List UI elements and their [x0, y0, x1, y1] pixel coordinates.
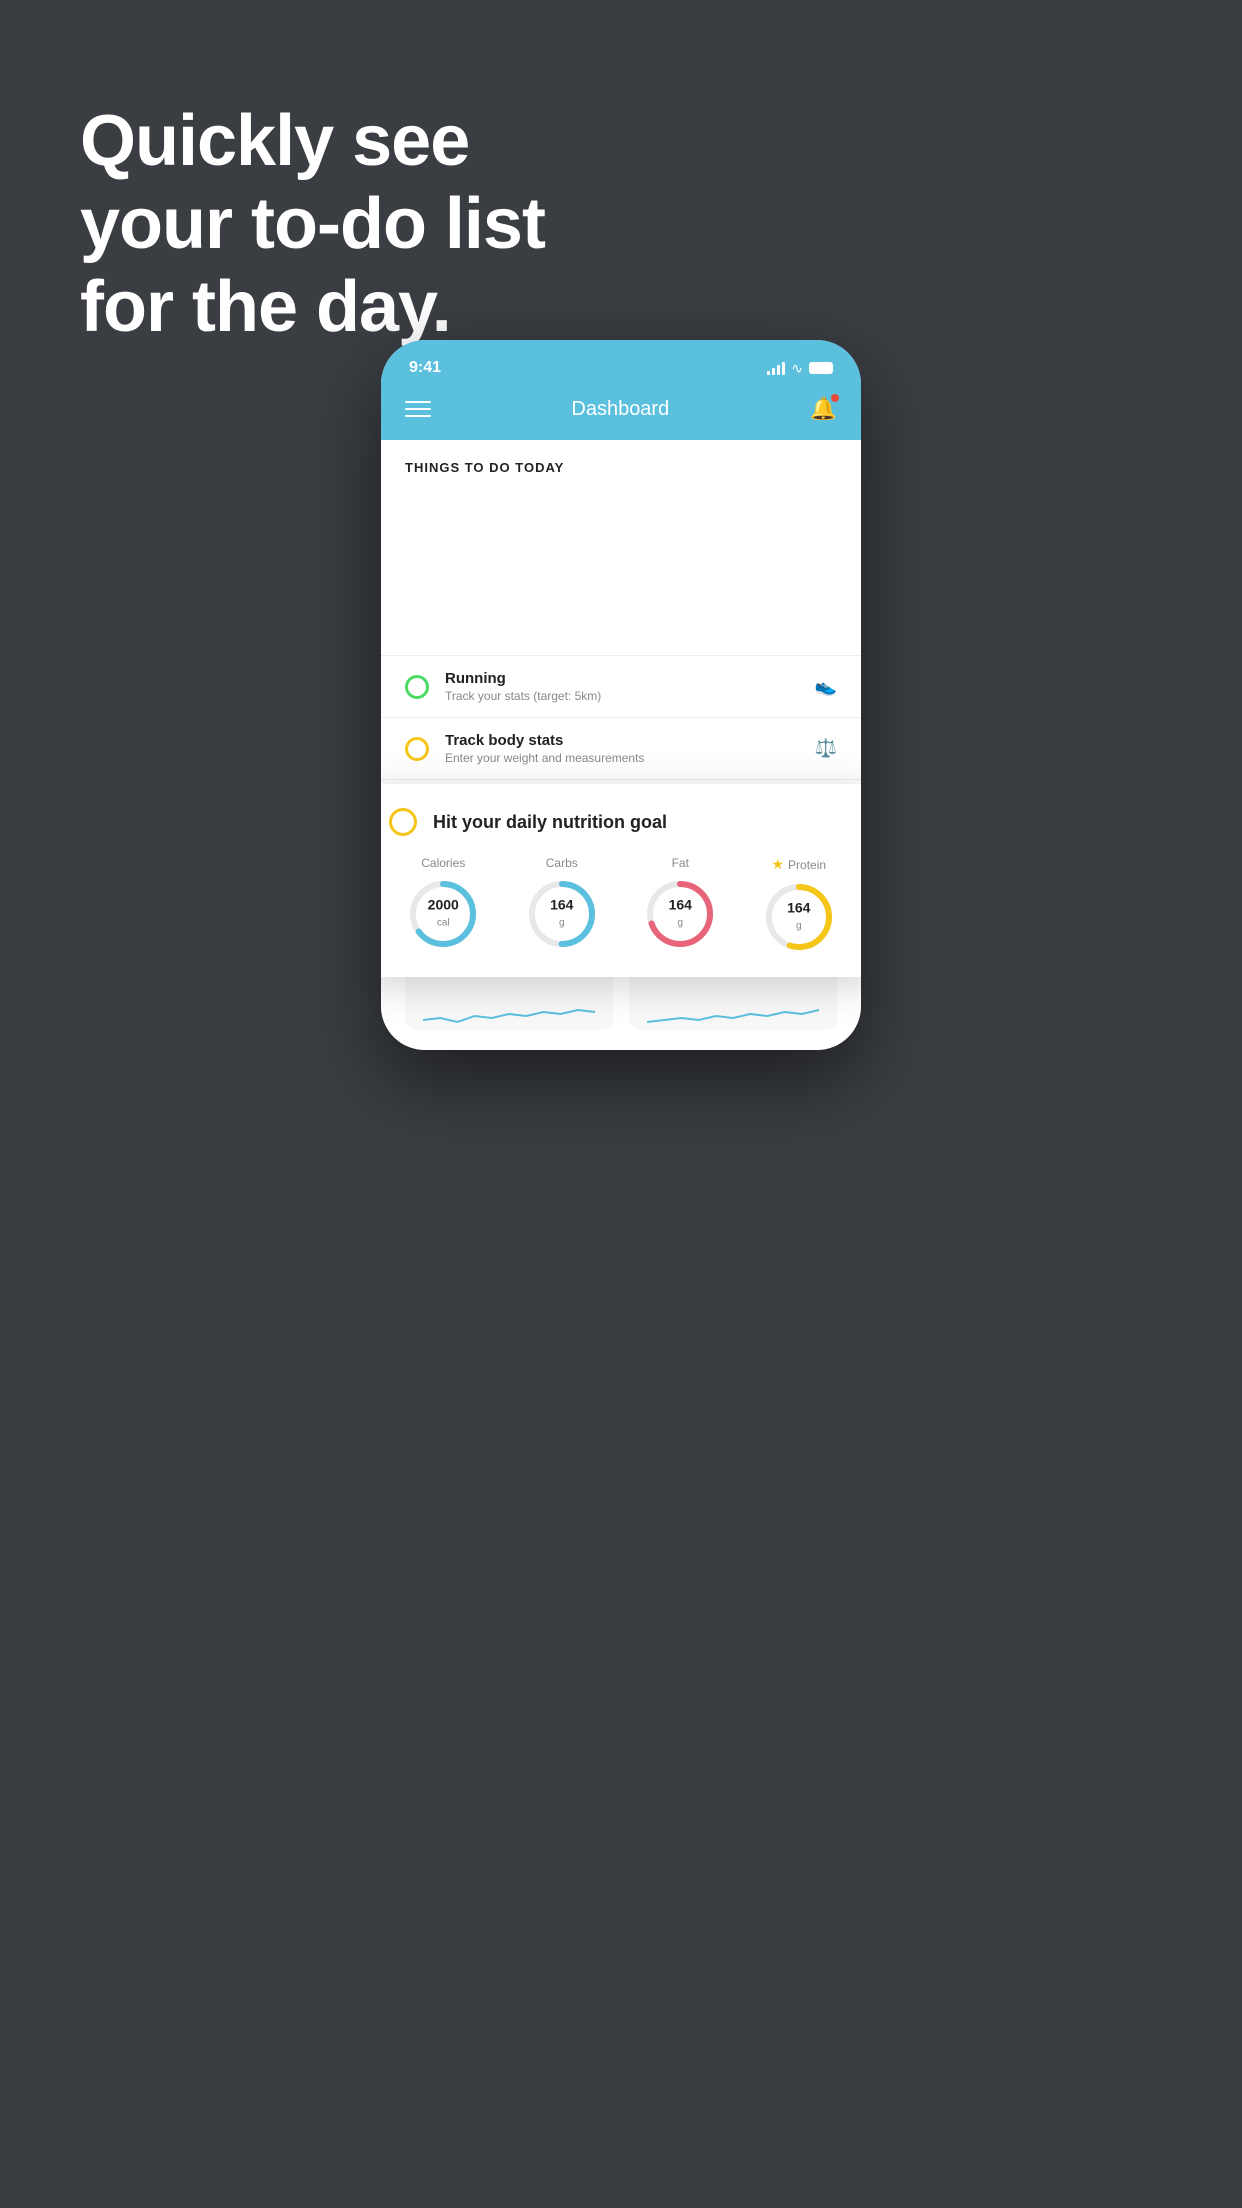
todo-text-body-stats: Track body stats Enter your weight and m…	[445, 732, 799, 765]
todo-item-body-stats[interactable]: Track body stats Enter your weight and m…	[381, 717, 861, 779]
protein-center: 164 g	[787, 900, 810, 933]
fat-center: 164 g	[669, 897, 692, 930]
carbs-center: 164 g	[550, 897, 573, 930]
wifi-icon: ∿	[791, 360, 803, 377]
battery-icon	[809, 362, 833, 374]
carbs-value: 164	[550, 897, 573, 912]
body-weight-chart	[423, 990, 595, 1030]
notification-badge	[831, 394, 839, 402]
calories-label: Calories	[421, 856, 465, 870]
fat-unit: g	[677, 918, 683, 929]
todo-checkbox-running[interactable]	[405, 675, 429, 699]
carbs-unit: g	[559, 918, 565, 929]
fat-value: 164	[669, 897, 692, 912]
carbs-ring: 164 g	[526, 878, 598, 950]
fat-ring: 164 g	[644, 878, 716, 950]
todo-item-running[interactable]: Running Track your stats (target: 5km) 👟	[381, 655, 861, 717]
nutrients-row: Calories 2000 cal	[389, 856, 853, 953]
running-icon: 👟	[815, 676, 837, 697]
carbs-item: Carbs 164 g	[526, 856, 598, 953]
fat-label: Fat	[672, 856, 689, 870]
menu-button[interactable]	[405, 401, 431, 417]
todo-text-running: Running Track your stats (target: 5km)	[445, 670, 799, 703]
protein-item: ★ Protein 164 g	[763, 856, 835, 953]
hero-heading: Quickly see your to-do list for the day.	[80, 100, 545, 348]
scale-icon: ⚖️	[815, 738, 837, 759]
nutrition-card[interactable]: Hit your daily nutrition goal Calories	[381, 784, 861, 977]
nutrition-card-title: Hit your daily nutrition goal	[433, 812, 667, 833]
phone-mockup: 9:41 ∿ Dashboard 🔔 THINGS TO DO TODAY	[381, 340, 861, 1050]
todo-title-body-stats: Track body stats	[445, 732, 799, 749]
todo-title-running: Running	[445, 670, 799, 687]
status-time: 9:41	[409, 359, 441, 377]
star-icon: ★	[771, 856, 784, 873]
calories-unit: cal	[437, 918, 450, 929]
carbs-label: Carbs	[546, 856, 578, 870]
today-section-header: THINGS TO DO TODAY	[381, 440, 861, 485]
nutrition-card-header: Hit your daily nutrition goal	[389, 808, 853, 836]
protein-unit: g	[796, 921, 802, 932]
todo-checkbox-body-stats[interactable]	[405, 737, 429, 761]
calories-item: Calories 2000 cal	[407, 856, 479, 953]
header-title: Dashboard	[571, 398, 669, 421]
nutrition-checkbox[interactable]	[389, 808, 417, 836]
protein-label: ★ Protein	[771, 856, 826, 873]
calories-value: 2000	[428, 897, 459, 912]
todo-subtitle-body-stats: Enter your weight and measurements	[445, 751, 799, 765]
calories-ring: 2000 cal	[407, 878, 479, 950]
card-spacer	[381, 485, 861, 655]
notification-button[interactable]: 🔔	[810, 396, 837, 422]
calories-center: 2000 cal	[428, 897, 459, 930]
protein-value: 164	[787, 900, 810, 915]
status-icons: ∿	[767, 360, 833, 377]
protein-ring: 164 g	[763, 881, 835, 953]
todo-subtitle-running: Track your stats (target: 5km)	[445, 689, 799, 703]
signal-icon	[767, 361, 785, 375]
app-header: Dashboard 🔔	[381, 384, 861, 440]
body-fat-chart	[647, 990, 819, 1030]
status-bar: 9:41 ∿	[381, 340, 861, 384]
fat-item: Fat 164 g	[644, 856, 716, 953]
